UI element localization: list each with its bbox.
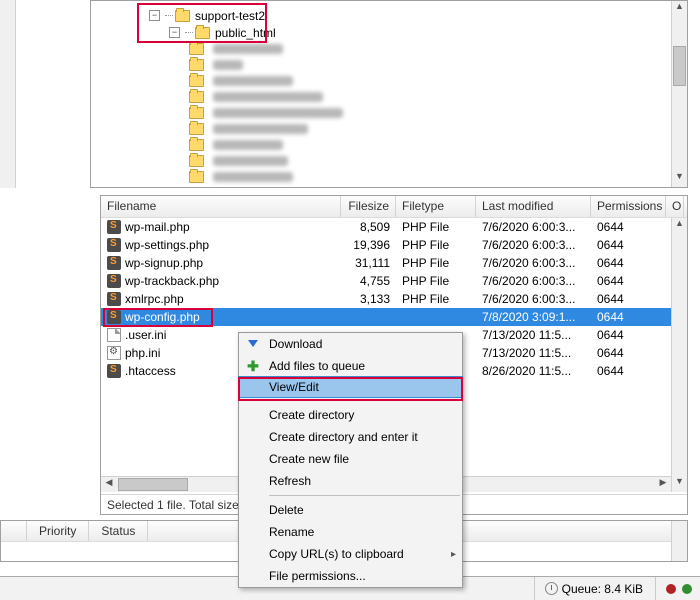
file-permissions: 0644 bbox=[591, 364, 666, 378]
menu-download[interactable]: Download bbox=[239, 333, 462, 355]
file-icon bbox=[107, 292, 121, 306]
separator bbox=[269, 400, 460, 401]
file-icon bbox=[107, 274, 121, 288]
table-row[interactable]: wp-trackback.php 4,755PHP File7/6/2020 6:… bbox=[101, 272, 687, 290]
folder-icon bbox=[175, 10, 190, 22]
table-row[interactable]: wp-settings.php 19,396PHP File7/6/2020 6:… bbox=[101, 236, 687, 254]
file-permissions: 0644 bbox=[591, 274, 666, 288]
file-permissions: 0644 bbox=[591, 220, 666, 234]
file-modified: 7/6/2020 6:00:3... bbox=[476, 292, 591, 306]
table-row[interactable]: wp-signup.php 31,111PHP File7/6/2020 6:00… bbox=[101, 254, 687, 272]
file-modified: 7/13/2020 11:5... bbox=[476, 346, 591, 360]
file-name: wp-trackback.php bbox=[125, 274, 219, 288]
plus-icon: ✚ bbox=[247, 358, 259, 375]
connection-dots bbox=[655, 577, 692, 600]
table-row[interactable]: xmlrpc.php 3,133PHP File7/6/2020 6:00:3..… bbox=[101, 290, 687, 308]
file-permissions: 0644 bbox=[591, 346, 666, 360]
folder-icon bbox=[195, 27, 210, 39]
menu-copy-url[interactable]: Copy URL(s) to clipboard ▸ bbox=[239, 543, 462, 565]
file-name: wp-mail.php bbox=[125, 220, 190, 234]
menu-create-dir-enter[interactable]: Create directory and enter it bbox=[239, 426, 462, 448]
vertical-scrollbar[interactable] bbox=[671, 521, 687, 561]
file-permissions: 0644 bbox=[591, 238, 666, 252]
file-icon bbox=[107, 346, 121, 360]
collapse-icon[interactable]: − bbox=[169, 27, 180, 38]
file-icon bbox=[107, 364, 121, 378]
file-name: .user.ini bbox=[125, 328, 166, 342]
col-permissions[interactable]: Permissions bbox=[591, 196, 666, 217]
file-modified: 7/6/2020 6:00:3... bbox=[476, 220, 591, 234]
file-permissions: 0644 bbox=[591, 310, 666, 324]
file-permissions: 0644 bbox=[591, 256, 666, 270]
file-type: PHP File bbox=[396, 274, 476, 288]
tree-node-root[interactable]: − support-test2 bbox=[149, 7, 687, 24]
tree-label: public_html bbox=[215, 26, 276, 40]
clock-icon bbox=[545, 582, 558, 595]
file-name: xmlrpc.php bbox=[125, 292, 184, 306]
file-size: 31,111 bbox=[341, 256, 396, 270]
vertical-scrollbar[interactable]: ▲▼ bbox=[671, 1, 687, 187]
queue-text: Queue: 8.4 KiB bbox=[562, 582, 643, 596]
file-icon bbox=[107, 328, 121, 342]
file-type: PHP File bbox=[396, 292, 476, 306]
file-type: PHP File bbox=[396, 238, 476, 252]
file-name: wp-config.php bbox=[125, 310, 200, 324]
file-size: 4,755 bbox=[341, 274, 396, 288]
file-icon bbox=[107, 310, 121, 324]
table-row[interactable]: wp-config.php7/8/2020 3:09:1...064410 bbox=[101, 308, 687, 326]
vertical-scrollbar[interactable]: ▲▼ bbox=[671, 218, 687, 492]
menu-create-dir[interactable]: Create directory bbox=[239, 404, 462, 426]
col-owner[interactable]: O bbox=[666, 196, 684, 217]
file-modified: 8/26/2020 11:5... bbox=[476, 364, 591, 378]
file-name: php.ini bbox=[125, 346, 160, 360]
menu-refresh[interactable]: Refresh bbox=[239, 470, 462, 492]
col-filesize[interactable]: Filesize bbox=[341, 196, 396, 217]
queue-status[interactable]: Queue: 8.4 KiB bbox=[534, 577, 643, 600]
file-permissions: 0644 bbox=[591, 292, 666, 306]
col-priority[interactable]: Priority bbox=[27, 521, 89, 541]
tree-node-child[interactable]: − public_html bbox=[149, 24, 687, 41]
menu-rename[interactable]: Rename bbox=[239, 521, 462, 543]
col-modified[interactable]: Last modified bbox=[476, 196, 591, 217]
col-status[interactable]: Status bbox=[89, 521, 148, 541]
tree-label: support-test2 bbox=[195, 9, 265, 23]
table-row[interactable]: wp-mail.php 8,509PHP File7/6/2020 6:00:3.… bbox=[101, 218, 687, 236]
file-modified: 7/6/2020 6:00:3... bbox=[476, 256, 591, 270]
submenu-icon: ▸ bbox=[451, 549, 456, 560]
menu-create-file[interactable]: Create new file bbox=[239, 448, 462, 470]
col-filetype[interactable]: Filetype bbox=[396, 196, 476, 217]
file-modified: 7/6/2020 6:00:3... bbox=[476, 238, 591, 252]
menu-view-edit[interactable]: View/Edit bbox=[238, 376, 463, 398]
context-menu[interactable]: Download ✚ Add files to queue View/Edit … bbox=[238, 332, 463, 588]
file-name: wp-signup.php bbox=[125, 256, 203, 270]
list-header[interactable]: Filename Filesize Filetype Last modified… bbox=[101, 196, 687, 218]
col-filename[interactable]: Filename bbox=[101, 196, 341, 217]
file-size: 3,133 bbox=[341, 292, 396, 306]
file-modified: 7/8/2020 3:09:1... bbox=[476, 310, 591, 324]
file-permissions: 0644 bbox=[591, 328, 666, 342]
file-name: wp-settings.php bbox=[125, 238, 209, 252]
collapse-icon[interactable]: − bbox=[149, 10, 160, 21]
file-modified: 7/6/2020 6:00:3... bbox=[476, 274, 591, 288]
menu-delete[interactable]: Delete bbox=[239, 499, 462, 521]
dot-green-icon bbox=[682, 584, 692, 594]
file-size: 19,396 bbox=[341, 238, 396, 252]
file-type: PHP File bbox=[396, 256, 476, 270]
left-scrollbar[interactable] bbox=[0, 0, 16, 188]
file-name: .htaccess bbox=[125, 364, 176, 378]
file-type: PHP File bbox=[396, 220, 476, 234]
download-icon bbox=[248, 340, 258, 352]
file-icon bbox=[107, 220, 121, 234]
separator bbox=[269, 495, 460, 496]
menu-add-queue[interactable]: ✚ Add files to queue bbox=[239, 355, 462, 377]
file-icon bbox=[107, 238, 121, 252]
dot-red-icon bbox=[666, 584, 676, 594]
folder-tree[interactable]: − support-test2 − public_html ▲▼ bbox=[90, 0, 688, 188]
menu-file-permissions[interactable]: File permissions... bbox=[239, 565, 462, 587]
file-size: 8,509 bbox=[341, 220, 396, 234]
file-modified: 7/13/2020 11:5... bbox=[476, 328, 591, 342]
file-icon bbox=[107, 256, 121, 270]
